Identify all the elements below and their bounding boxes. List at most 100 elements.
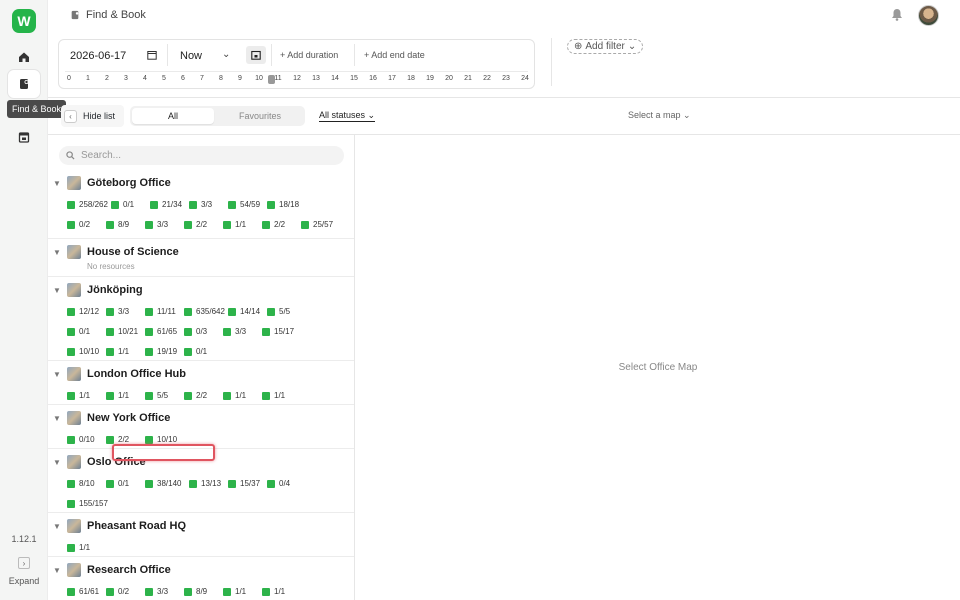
calendar-icon[interactable]	[12, 125, 36, 149]
hour-tick[interactable]: 22	[479, 75, 495, 82]
calendar-toggle-button[interactable]	[246, 46, 266, 64]
resource-count[interactable]: 15/17	[262, 327, 301, 336]
hide-list-button[interactable]: ‹ Hide list	[61, 105, 124, 127]
resource-count[interactable]: 10/21	[106, 327, 145, 336]
resource-count[interactable]: 10/10	[145, 435, 184, 444]
resource-count[interactable]: 8/10	[67, 479, 106, 488]
office-item[interactable]: ▼ Göteborg Office 258/262 0/1 21/34 3/3 54/59 1…	[48, 170, 354, 239]
resource-count[interactable]: 10/10	[67, 347, 106, 356]
resource-count[interactable]: 2/2	[262, 220, 301, 229]
hour-tick[interactable]: 9	[232, 75, 248, 82]
resource-count[interactable]: 61/61	[67, 587, 106, 596]
resource-count[interactable]: 21/34	[150, 200, 189, 209]
hour-tick[interactable]: 15	[346, 75, 362, 82]
hour-tick[interactable]: 2	[99, 75, 115, 82]
status-filter-dropdown[interactable]: All statuses ⌄	[319, 110, 376, 122]
hour-tick[interactable]: 1	[80, 75, 96, 82]
resource-count[interactable]: 61/65	[145, 327, 184, 336]
resource-count[interactable]: 12/12	[67, 307, 106, 316]
resource-count[interactable]: 19/19	[145, 347, 184, 356]
hour-tick[interactable]: 18	[403, 75, 419, 82]
resource-count[interactable]: 2/2	[106, 435, 145, 444]
hour-tick[interactable]: 5	[156, 75, 172, 82]
resource-count[interactable]: 13/13	[189, 479, 228, 488]
expand-chevron-icon[interactable]: ›	[18, 557, 30, 569]
resource-count[interactable]: 0/1	[184, 347, 223, 356]
caret-down-icon[interactable]: ▼	[53, 522, 67, 531]
hour-tick[interactable]: 7	[194, 75, 210, 82]
hour-tick[interactable]: 10	[251, 75, 267, 82]
tab-all[interactable]: All	[132, 108, 214, 124]
hour-tick[interactable]: 8	[213, 75, 229, 82]
resource-count[interactable]: 1/1	[106, 347, 145, 356]
resource-count[interactable]: 2/2	[184, 220, 223, 229]
resource-count[interactable]: 155/157	[67, 499, 111, 508]
hour-tick[interactable]: 14	[327, 75, 343, 82]
office-item[interactable]: ▼ London Office Hub 1/1 1/1 5/5 2/2 1/1 1/1	[48, 361, 354, 405]
resource-count[interactable]: 0/3	[184, 327, 223, 336]
resource-count[interactable]: 635/642	[184, 307, 228, 316]
caret-down-icon[interactable]: ▼	[53, 370, 67, 379]
hour-tick[interactable]: 19	[422, 75, 438, 82]
hour-tick[interactable]: 16	[365, 75, 381, 82]
resource-count[interactable]: 1/1	[223, 220, 262, 229]
resource-count[interactable]: 25/57	[301, 220, 340, 229]
office-item[interactable]: ▼ Research Office 61/61 0/2 3/3 8/9 1/1 1/1	[48, 557, 354, 600]
resource-count[interactable]: 0/2	[67, 220, 106, 229]
hour-tick[interactable]: 20	[441, 75, 457, 82]
resource-count[interactable]: 54/59	[228, 200, 267, 209]
timeline-handle[interactable]	[268, 75, 275, 84]
date-picker-icon[interactable]	[147, 50, 157, 63]
resource-count[interactable]: 3/3	[145, 220, 184, 229]
resource-count[interactable]: 8/9	[106, 220, 145, 229]
resource-count[interactable]: 3/3	[223, 327, 262, 336]
caret-down-icon[interactable]: ▼	[53, 179, 67, 188]
resource-count[interactable]: 14/14	[228, 307, 267, 316]
resource-count[interactable]: 1/1	[67, 543, 106, 552]
tab-favourites[interactable]: Favourites	[218, 108, 302, 124]
hour-timeline[interactable]: 0 1 2 3 4 5 6 7 8 9 10 11 12 13 14 15 16 17 18 19 20 21 22 23 24	[59, 75, 536, 87]
resource-count[interactable]: 5/5	[145, 391, 184, 400]
hour-tick[interactable]: 24	[517, 75, 533, 82]
chevron-down-icon[interactable]: ⌄	[222, 49, 230, 60]
hour-tick[interactable]: 23	[498, 75, 514, 82]
resource-count[interactable]: 1/1	[67, 391, 106, 400]
home-icon[interactable]	[12, 45, 36, 69]
resource-count[interactable]: 3/3	[189, 200, 228, 209]
resource-count[interactable]: 3/3	[106, 307, 145, 316]
hour-tick[interactable]: 6	[175, 75, 191, 82]
user-avatar[interactable]	[918, 5, 939, 26]
resource-count[interactable]: 0/4	[267, 479, 306, 488]
resource-count[interactable]: 8/9	[184, 587, 223, 596]
date-input[interactable]: 2026-06-17	[70, 50, 126, 62]
caret-down-icon[interactable]: ▼	[53, 566, 67, 575]
expand-label[interactable]: Expand	[0, 576, 48, 586]
app-logo[interactable]: W	[12, 9, 36, 33]
time-select[interactable]: Now	[180, 50, 202, 62]
add-duration-button[interactable]: + Add duration	[280, 50, 338, 60]
resource-count[interactable]: 1/1	[262, 587, 301, 596]
office-item[interactable]: ▼ Jönköping 12/12 3/3 11/11 635/642 14/14 5/5 0/…	[48, 277, 354, 361]
hour-tick[interactable]: 21	[460, 75, 476, 82]
resource-count[interactable]: 0/2	[106, 587, 145, 596]
add-end-date-button[interactable]: + Add end date	[364, 50, 425, 60]
search-input[interactable]: Search...	[59, 146, 344, 165]
resource-count[interactable]: 1/1	[223, 587, 262, 596]
caret-down-icon[interactable]: ▼	[53, 458, 67, 467]
resource-count[interactable]: 18/18	[267, 200, 306, 209]
caret-down-icon[interactable]: ▼	[53, 286, 67, 295]
caret-down-icon[interactable]: ▼	[53, 414, 67, 423]
hour-tick[interactable]: 17	[384, 75, 400, 82]
timeline-track[interactable]	[65, 71, 528, 72]
notification-bell-icon[interactable]	[891, 8, 903, 24]
find-and-book-nav-icon[interactable]	[8, 70, 40, 98]
hour-tick[interactable]: 0	[61, 75, 77, 82]
office-item[interactable]: ▼ New York Office 0/10 2/2 10/10	[48, 405, 354, 449]
resource-count[interactable]: 1/1	[106, 391, 145, 400]
add-filter-button[interactable]: ⊕ Add filter ⌄	[567, 39, 644, 54]
hour-tick[interactable]: 4	[137, 75, 153, 82]
resource-count[interactable]: 3/3	[145, 587, 184, 596]
resource-count[interactable]: 0/10	[67, 435, 106, 444]
resource-count[interactable]: 0/1	[111, 200, 150, 209]
hour-tick[interactable]: 12	[289, 75, 305, 82]
